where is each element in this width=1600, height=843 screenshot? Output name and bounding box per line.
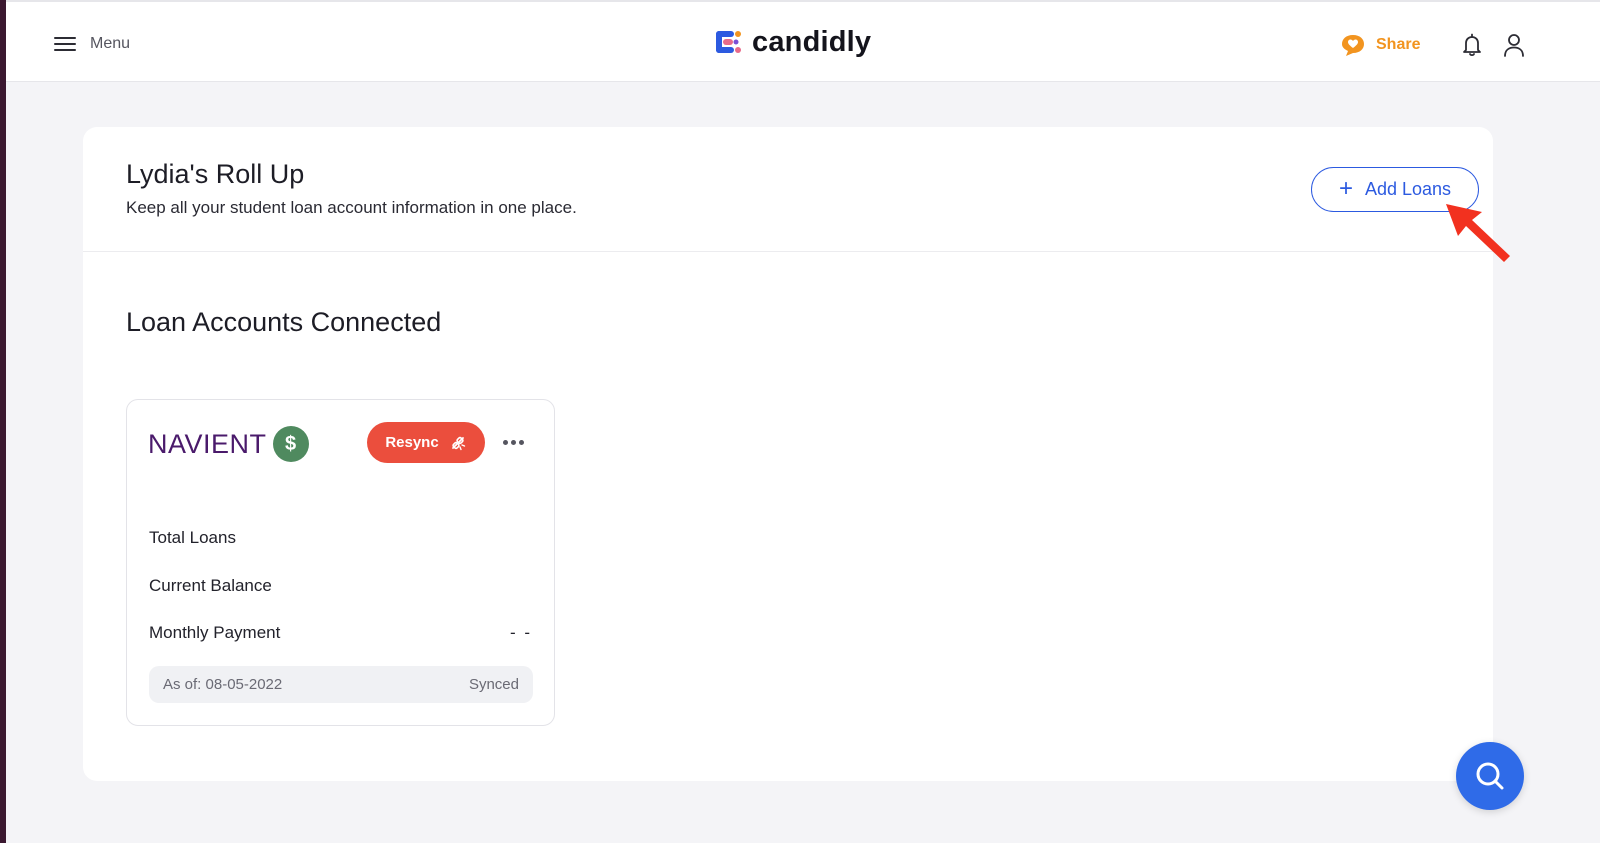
plus-icon: + — [1338, 174, 1353, 202]
total-loans-label: Total Loans — [149, 528, 236, 547]
candidly-logo-mark-icon — [716, 31, 741, 53]
heart-bubble-icon — [1342, 35, 1364, 56]
add-loans-label: Add Loans — [1364, 179, 1452, 199]
navient-logo: NAVIENT $ — [148, 426, 309, 462]
broken-link-icon — [451, 436, 465, 450]
resync-label: Resync — [385, 434, 439, 451]
resync-button[interactable]: Resync — [367, 422, 485, 463]
section-title: Loan Accounts Connected — [126, 307, 442, 337]
sync-status: Synced — [468, 676, 519, 693]
rollup-header: Lydia's Roll Up Keep all your student lo… — [83, 127, 1493, 252]
provider-name: NAVIENT — [148, 428, 267, 459]
monthly-payment-label: Monthly Payment — [149, 623, 281, 642]
monthly-payment-value: - - — [509, 623, 532, 642]
menu-label: Menu — [90, 35, 131, 52]
share-label: Share — [1376, 36, 1421, 53]
page-title: Lydia's Roll Up — [126, 159, 305, 189]
page-subtitle: Keep all your student loan account infor… — [126, 198, 577, 217]
user-icon[interactable] — [1502, 32, 1526, 58]
candidly-logo[interactable]: candidly — [714, 24, 871, 60]
as-of-date: As of: 08-05-2022 — [163, 676, 283, 693]
current-balance-label: Current Balance — [149, 576, 272, 595]
window-edge — [0, 0, 6, 843]
bell-icon[interactable] — [1460, 32, 1484, 58]
top-navigation-bar: Menu candidly Share — [6, 0, 1600, 82]
logo-text: candidly — [752, 25, 872, 58]
more-options-icon[interactable] — [499, 430, 527, 454]
rollup-card: Lydia's Roll Up Keep all your student lo… — [83, 127, 1493, 781]
menu-button[interactable]: Menu — [54, 29, 130, 59]
loan-account-card: NAVIENT $ Resync Total Loans Current Bal… — [126, 399, 555, 726]
help-search-button[interactable] — [1456, 742, 1524, 810]
sync-status-bar: As of: 08-05-2022 Synced — [149, 666, 533, 703]
share-button[interactable]: Share — [1340, 32, 1420, 58]
red-arrow-annotation-icon — [1446, 204, 1510, 262]
hamburger-icon — [54, 36, 76, 52]
dollar-icon: $ — [272, 426, 309, 462]
search-help-icon — [1476, 762, 1504, 790]
